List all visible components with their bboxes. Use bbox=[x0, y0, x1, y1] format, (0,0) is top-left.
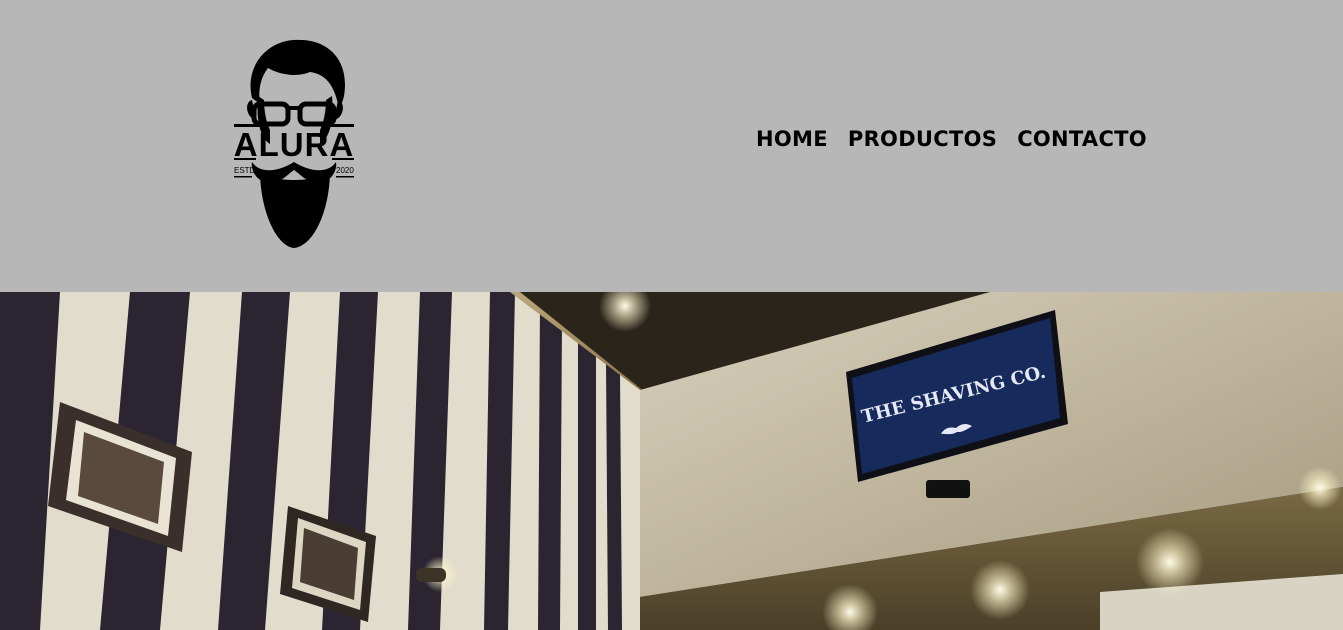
nav-home-link[interactable]: HOME bbox=[756, 127, 828, 151]
logo-left-tag: ESTD bbox=[234, 166, 256, 175]
barbershop-banner-image: THE SHAVING CO. bbox=[0, 292, 1343, 630]
alura-logo[interactable]: ALURA ESTD 2020 bbox=[230, 34, 358, 254]
nav-productos-link[interactable]: PRODUCTOS bbox=[848, 127, 997, 151]
bearded-man-with-glasses-icon: ALURA ESTD 2020 bbox=[234, 39, 354, 248]
logo-right-tag: 2020 bbox=[336, 166, 354, 175]
main-nav: HOME PRODUCTOS CONTACTO bbox=[756, 124, 1147, 154]
barbershop-interior-photo: THE SHAVING CO. bbox=[0, 292, 1343, 630]
logo-name: ALURA bbox=[234, 126, 354, 163]
site-header: ALURA ESTD 2020 HOME PRODUCTOS CONTACTO bbox=[0, 0, 1343, 292]
nav-contacto-link[interactable]: CONTACTO bbox=[1017, 127, 1147, 151]
